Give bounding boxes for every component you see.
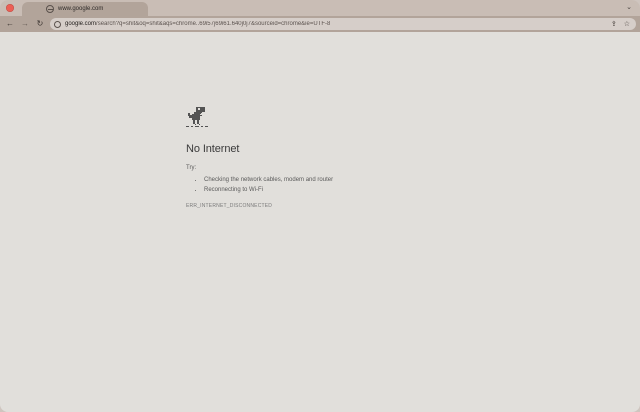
arrow-left-icon: ← bbox=[6, 19, 14, 28]
close-window-button[interactable] bbox=[6, 4, 14, 12]
suggestions-list: Checking the network cables, modem and r… bbox=[186, 175, 486, 195]
error-heading: No Internet bbox=[186, 143, 240, 155]
url-host: google.com bbox=[65, 21, 97, 27]
tab-title: www.google.com bbox=[58, 6, 104, 12]
page-content: No Internet Try: Checking the network ca… bbox=[0, 32, 640, 412]
site-info-icon[interactable] bbox=[54, 20, 61, 28]
omnibox-actions: ⇪ ☆ bbox=[611, 18, 630, 30]
tab-active[interactable]: www.google.com bbox=[22, 2, 148, 16]
share-icon[interactable]: ⇪ bbox=[611, 20, 617, 28]
reload-icon: ↻ bbox=[36, 19, 44, 28]
arrow-right-icon: → bbox=[21, 19, 29, 28]
reload-button[interactable]: ↻ bbox=[34, 18, 46, 30]
toolbar: ← → ↻ google.com/search?q=shit&oq=shit&a… bbox=[0, 16, 640, 32]
error-panel: No Internet Try: Checking the network ca… bbox=[186, 106, 486, 209]
address-bar[interactable]: google.com/search?q=shit&oq=shit&aqs=chr… bbox=[50, 18, 636, 30]
error-code: ERR_INTERNET_DISCONNECTED bbox=[186, 203, 273, 209]
tab-strip: www.google.com ⌄ bbox=[0, 0, 640, 16]
url-path: /search?q=shit&oq=shit&aqs=chrome..69i57… bbox=[96, 21, 331, 27]
list-item: Reconnecting to Wi-Fi bbox=[204, 185, 486, 195]
star-icon[interactable]: ☆ bbox=[624, 20, 630, 28]
try-label: Try: bbox=[186, 165, 197, 171]
url-text: google.com/search?q=shit&oq=shit&aqs=chr… bbox=[65, 21, 330, 27]
back-button[interactable]: ← bbox=[4, 18, 16, 30]
dinosaur-icon bbox=[186, 107, 208, 127]
list-item: Checking the network cables, modem and r… bbox=[204, 175, 486, 185]
chevron-down-icon[interactable]: ⌄ bbox=[626, 3, 632, 11]
browser-window: www.google.com ⌄ ← → ↻ google.com/search… bbox=[0, 0, 640, 412]
forward-button[interactable]: → bbox=[19, 18, 31, 30]
globe-icon bbox=[46, 5, 54, 13]
